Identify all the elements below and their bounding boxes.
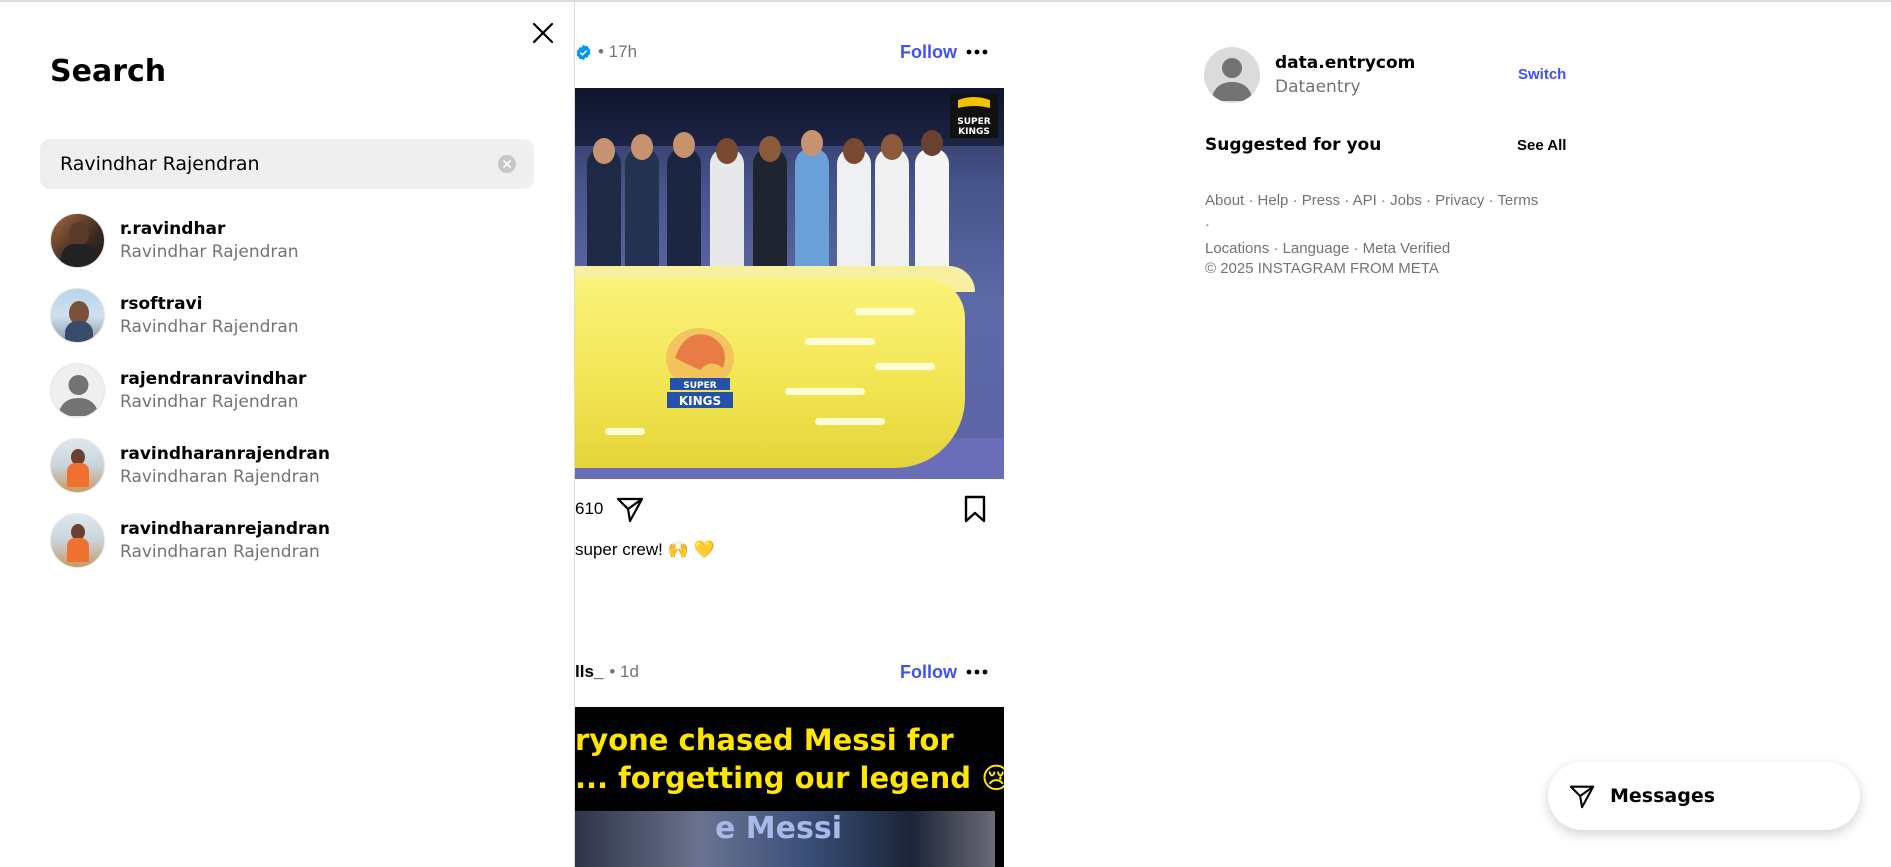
desk-stripe [785,388,865,395]
svg-text:KINGS: KINGS [958,127,990,137]
result-username: r.ravindhar [120,218,226,239]
avatar [50,212,105,268]
default-avatar-icon [1211,58,1253,101]
footer-link-jobs[interactable]: Jobs [1390,192,1422,209]
footer-link-press[interactable]: Press [1302,192,1340,209]
post-time: • 17h [598,42,638,61]
desk-stripe [605,428,645,435]
image-head [843,138,865,164]
footer-link-language[interactable]: Language [1283,240,1350,257]
more-options-icon[interactable] [965,40,989,64]
footer-link-about[interactable]: About [1205,192,1244,209]
result-username: rsoftravi [120,293,203,314]
search-result-item[interactable]: ravindharanrejandran Ravindharan Rajendr… [50,510,530,570]
post-image[interactable]: ryone chased Messi for ... forgetting ou… [575,707,1004,867]
search-title: Search [50,54,167,89]
post-username[interactable]: lls_ [575,662,603,682]
footer-link-locations[interactable]: Locations [1205,240,1269,257]
footer-link-api[interactable]: API [1353,192,1377,209]
verified-badge-icon [576,44,591,60]
result-full-name: Ravindharan Rajendran [120,466,320,487]
desk-stripe [855,308,915,315]
avatar [50,287,105,343]
avatar [50,437,105,493]
footer-link-privacy[interactable]: Privacy [1435,192,1484,209]
search-input[interactable] [60,153,480,175]
result-username: rajendranravindhar [120,368,307,389]
image-photo: e Messi [575,811,995,867]
search-result-item[interactable]: rsoftravi Ravindhar Rajendran [50,285,530,345]
team-badge: SUPER KINGS [950,94,998,138]
copyright: © 2025 INSTAGRAM FROM META [1205,260,1439,277]
svg-text:SUPER: SUPER [957,117,991,127]
footer-link-meta-verified[interactable]: Meta Verified [1363,240,1451,257]
team-logo: SUPER KINGS [666,328,734,408]
image-text-line: e Messi [715,811,842,846]
post-actions: 610 [575,494,1005,526]
suggested-heading: Suggested for you [1205,135,1382,155]
follow-button[interactable]: Follow [900,662,957,683]
profile-username[interactable]: data.entrycom [1275,53,1415,73]
image-head [881,134,903,160]
image-head [801,130,823,156]
search-result-item[interactable]: ravindharanrajendran Ravindharan Rajendr… [50,435,530,495]
profile-avatar[interactable] [1204,47,1260,103]
footer-link-terms[interactable]: Terms [1497,192,1538,209]
result-full-name: Ravindhar Rajendran [120,316,299,337]
footer-links: About · Help · Press · API · Jobs · Priv… [1205,192,1539,257]
avatar [50,362,105,418]
result-full-name: Ravindhar Rajendran [120,241,299,262]
profile-name: Dataentry [1275,77,1361,97]
see-all-button[interactable]: See All [1517,137,1566,154]
clear-search-icon[interactable] [498,155,516,173]
switch-account-button[interactable]: Switch [1518,66,1566,83]
search-result-item[interactable]: rajendranravindhar Ravindhar Rajendran [50,360,530,420]
close-icon[interactable] [530,20,556,46]
follow-button[interactable]: Follow [900,42,957,63]
image-desk [575,278,965,468]
image-text-line: ryone chased Messi for [575,723,954,757]
post-time: • 1d [609,662,639,681]
desk-stripe [815,418,885,425]
post-image[interactable]: SUPER KINGS SUPER KINGS [575,88,1004,479]
footer-link-help[interactable]: Help [1258,192,1289,209]
result-username: ravindharanrejandran [120,518,331,539]
svg-text:KINGS: KINGS [679,394,721,408]
image-head [631,134,653,160]
desk-stripe [805,338,875,345]
messages-icon [1569,785,1595,809]
image-head [759,136,781,162]
messages-button[interactable]: Messages [1548,762,1860,830]
more-options-icon[interactable] [965,660,989,684]
result-full-name: Ravindhar Rajendran [120,391,299,412]
svg-text:SUPER: SUPER [683,381,717,391]
result-username: ravindharanrajendran [120,443,331,464]
search-box [40,139,534,189]
image-head [716,138,738,164]
search-panel: Search r.ravindhar Ravindhar Rajendran r… [0,2,575,867]
image-head [593,138,615,164]
default-avatar-icon [58,374,99,416]
image-text-line: ... forgetting our legend 😢 [575,761,1004,795]
post-caption: super crew! 🙌 💛 [575,540,715,559]
like-count: 610 [575,499,604,518]
share-icon[interactable] [615,494,645,524]
search-result-item[interactable]: r.ravindhar Ravindhar Rajendran [50,210,530,270]
desk-stripe [875,363,935,370]
messages-label: Messages [1610,785,1716,807]
image-head [921,130,943,156]
image-head [673,132,695,158]
result-full-name: Ravindharan Rajendran [120,541,320,562]
avatar [50,512,105,568]
bookmark-icon[interactable] [960,494,990,524]
